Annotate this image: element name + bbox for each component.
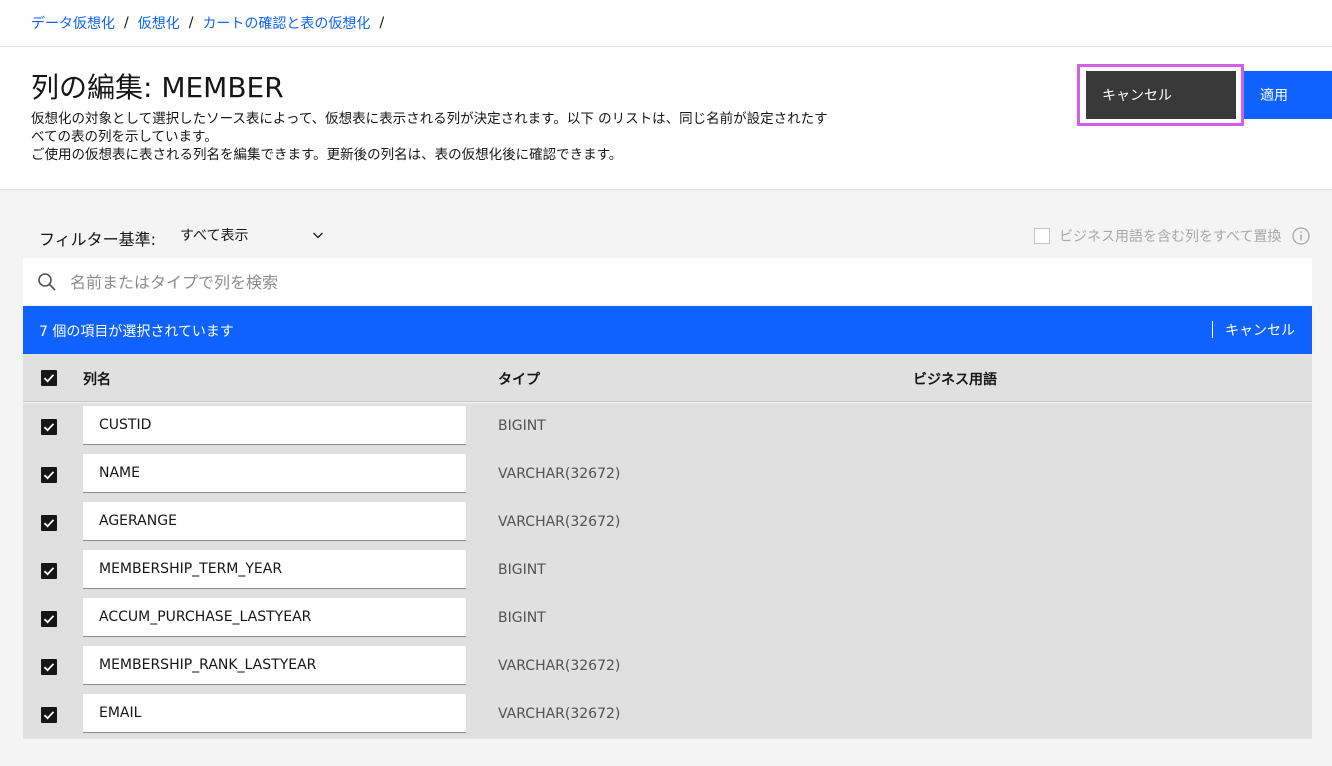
select-all-checkbox[interactable] (41, 370, 57, 386)
search-icon (38, 273, 56, 291)
replace-business-terms-label: ビジネス用語を含む列をすべて置換 (1059, 229, 1282, 245)
column-name-input[interactable] (83, 646, 466, 685)
checkmark-icon (43, 567, 55, 576)
breadcrumb: データ仮想化 / 仮想化 / カートの確認と表の仮想化 / (31, 13, 393, 33)
column-type: VARCHAR(32672) (498, 466, 621, 482)
column-type: VARCHAR(32672) (498, 514, 621, 530)
column-header-business-term[interactable]: ビジネス用語 (913, 369, 997, 389)
checkmark-icon (43, 374, 55, 383)
table-row: BIGINT (23, 595, 1312, 643)
checkmark-icon (43, 471, 55, 480)
column-header-type[interactable]: タイプ (498, 369, 540, 389)
checkmark-icon (43, 519, 55, 528)
column-type: BIGINT (498, 610, 546, 626)
table-row: VARCHAR(32672) (23, 499, 1312, 547)
search-input[interactable] (70, 258, 1300, 306)
breadcrumb-review-cart[interactable]: カートの確認と表の仮想化 (202, 13, 370, 33)
row-checkbox[interactable] (41, 659, 57, 675)
column-name-input[interactable] (83, 550, 466, 589)
column-type: VARCHAR(32672) (498, 706, 621, 722)
replace-business-terms-checkbox[interactable] (1034, 228, 1050, 244)
description-line: 仮想化の対象として選択したソース表によって、仮想表に表示される列が決定されます。… (31, 111, 828, 127)
batch-divider (1212, 321, 1213, 338)
checkmark-icon (43, 423, 55, 432)
description-line: ご使用の仮想表に表される列名を編集できます。更新後の列名は、表の仮想化後に確認で… (31, 147, 623, 163)
breadcrumb-separator: / (379, 15, 385, 31)
checkmark-icon (43, 663, 55, 672)
column-name-input[interactable] (83, 694, 466, 733)
page-title: 列の編集: MEMBER (31, 71, 284, 104)
breadcrumb-virtualize[interactable]: 仮想化 (138, 13, 180, 33)
description-line: べての表の列を示しています。 (31, 129, 218, 145)
column-name-input[interactable] (83, 502, 466, 541)
checkmark-icon (43, 615, 55, 624)
row-checkbox[interactable] (41, 515, 57, 531)
breadcrumb-separator: / (124, 15, 129, 31)
replace-business-terms-option[interactable]: ビジネス用語を含む列をすべて置換 (1034, 226, 1281, 246)
row-checkbox[interactable] (41, 467, 57, 483)
row-checkbox[interactable] (41, 419, 57, 435)
cancel-button[interactable]: キャンセル (1086, 71, 1236, 119)
table-row: BIGINT (23, 547, 1312, 595)
table-row: VARCHAR(32672) (23, 643, 1312, 691)
table-row: BIGINT (23, 403, 1312, 451)
row-checkbox[interactable] (41, 563, 57, 579)
filter-label: フィルター基準: (39, 230, 157, 249)
chevron-down-icon (313, 232, 323, 239)
filter-dropdown[interactable]: すべて表示 (170, 220, 332, 250)
column-type: BIGINT (498, 418, 546, 434)
column-type: VARCHAR(32672) (498, 658, 621, 674)
header-divider (0, 46, 1332, 47)
column-name-input[interactable] (83, 454, 466, 493)
column-name-input[interactable] (83, 406, 466, 445)
filter-selected-value: すべて表示 (180, 228, 249, 244)
selected-count-text: 7 個の項目が選択されています (39, 324, 234, 340)
batch-action-bar: 7 個の項目が選択されています キャンセル (23, 306, 1312, 354)
table-header: 列名 タイプ ビジネス用語 (23, 354, 1312, 402)
column-type: BIGINT (498, 562, 546, 578)
column-header-name[interactable]: 列名 (83, 369, 111, 389)
info-icon[interactable] (1292, 227, 1310, 245)
apply-button[interactable]: 適用 (1244, 71, 1332, 119)
page-description: 仮想化の対象として選択したソース表によって、仮想表に表示される列が決定されます。… (31, 110, 871, 164)
batch-cancel-button[interactable]: キャンセル (1225, 320, 1295, 340)
checkmark-icon (43, 711, 55, 720)
table-row: VARCHAR(32672) (23, 451, 1312, 499)
row-checkbox[interactable] (41, 611, 57, 627)
column-name-input[interactable] (83, 598, 466, 637)
breadcrumb-data-virtualization[interactable]: データ仮想化 (31, 13, 115, 33)
breadcrumb-separator: / (188, 15, 194, 31)
table-row: VARCHAR(32672) (23, 691, 1312, 739)
row-checkbox[interactable] (41, 707, 57, 723)
